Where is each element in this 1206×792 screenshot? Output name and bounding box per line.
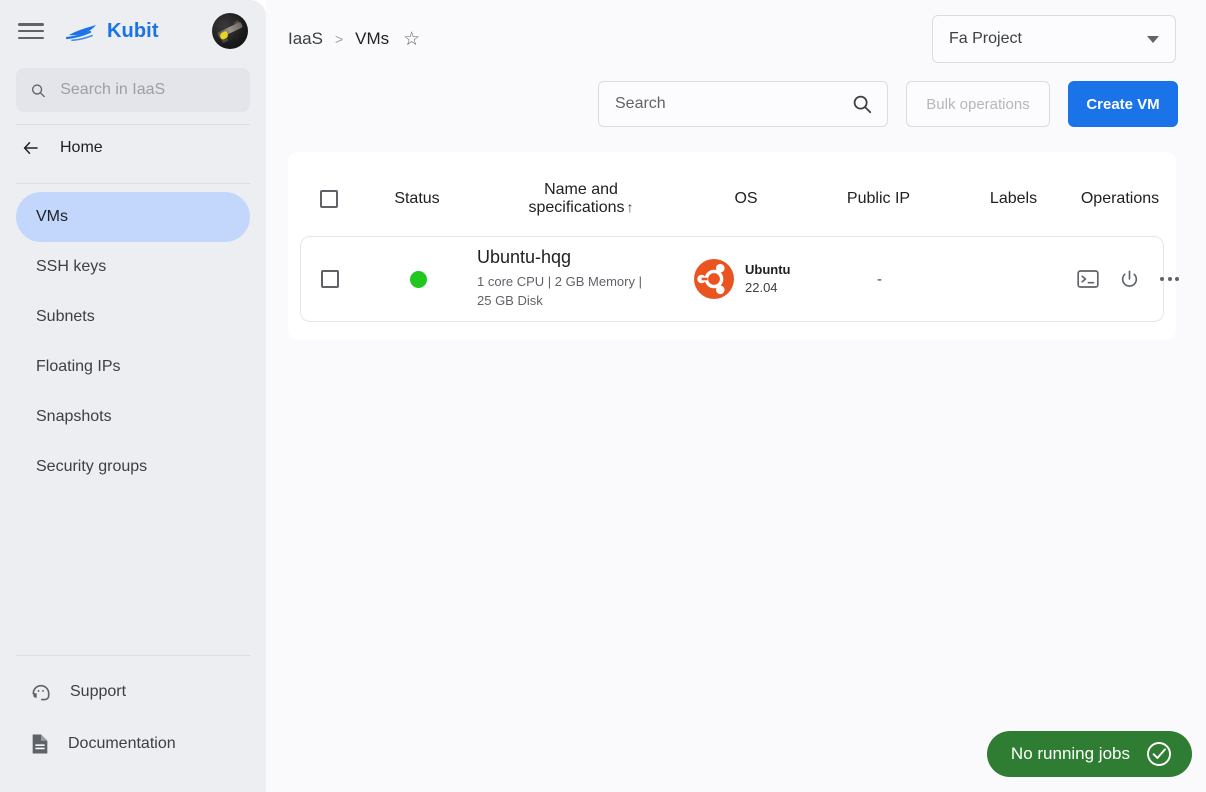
column-header-name-text: specifications xyxy=(528,199,625,216)
row-operations xyxy=(1077,269,1179,290)
sidebar-item-label: Security groups xyxy=(36,458,148,475)
sidebar-item-support[interactable]: Support xyxy=(0,666,266,718)
status-badge-toast[interactable]: No running jobs xyxy=(986,731,1192,777)
sidebar-home[interactable]: Home xyxy=(0,125,266,171)
row-status-cell xyxy=(359,270,477,288)
column-header-os[interactable]: OS xyxy=(686,190,806,208)
sidebar-item-documentation[interactable]: Documentation xyxy=(0,718,266,770)
search-icon xyxy=(31,83,45,97)
column-header-status[interactable]: Status xyxy=(358,190,476,208)
breadcrumb-current: VMs xyxy=(355,29,390,48)
sort-ascending-icon[interactable]: ↑ xyxy=(627,199,634,215)
table-row[interactable]: Ubuntu-hqg 1 core CPU | 2 GB Memory | 25… xyxy=(300,236,1179,322)
top-bar: IaaS > VMs ☆ Fa Project xyxy=(266,0,1206,78)
main-content: IaaS > VMs ☆ Fa Project Bulk operations xyxy=(266,0,1206,792)
chevron-down-icon xyxy=(1147,35,1159,43)
support-headset-icon xyxy=(32,684,50,701)
create-vm-button[interactable]: Create VM xyxy=(1068,81,1178,127)
os-name: Ubuntu xyxy=(745,262,791,278)
sidebar-search[interactable] xyxy=(16,68,250,112)
power-icon[interactable] xyxy=(1119,269,1140,290)
check-circle-icon xyxy=(1147,742,1171,766)
star-outline-icon[interactable]: ☆ xyxy=(403,30,420,49)
speedboat-icon xyxy=(66,25,96,41)
toolbar: Bulk operations Create VM xyxy=(266,78,1206,130)
vm-table: Status Name and specifications ↑ OS Publi… xyxy=(288,152,1179,340)
row-select-cell xyxy=(301,270,359,288)
breadcrumb: IaaS > VMs ☆ xyxy=(288,29,420,49)
sidebar-item-security-groups[interactable]: Security groups xyxy=(16,442,250,492)
status-badge xyxy=(409,270,427,288)
sidebar-item-label: Floating IPs xyxy=(36,358,121,375)
sidebar-search-input[interactable] xyxy=(60,81,236,99)
column-header-labels[interactable]: Labels xyxy=(951,190,1076,208)
brand-name: Kubit xyxy=(107,19,159,42)
sidebar-footer-label: Support xyxy=(70,683,127,700)
sidebar-item-ssh-keys[interactable]: SSH keys xyxy=(16,242,250,292)
create-vm-label: Create VM xyxy=(1086,95,1160,113)
column-header-public-ip[interactable]: Public IP xyxy=(806,190,951,208)
vm-specs: 1 core CPU | 2 GB Memory | 25 GB Disk xyxy=(477,274,642,309)
sidebar-item-label: Subnets xyxy=(36,308,95,325)
search-icon[interactable] xyxy=(851,93,873,115)
sidebar-header: Kubit xyxy=(0,0,266,62)
project-selector[interactable]: Fa Project xyxy=(932,15,1176,63)
row-name-cell: Ubuntu-hqg 1 core CPU | 2 GB Memory | 25… xyxy=(477,247,687,311)
breadcrumb-separator: > xyxy=(334,31,344,47)
row-os-cell: Ubuntu 22.04 xyxy=(687,258,807,300)
bulk-operations-label: Bulk operations xyxy=(926,95,1030,113)
sidebar-footer: Support Documentation xyxy=(0,643,266,792)
sidebar-item-floating-ips[interactable]: Floating IPs xyxy=(16,342,250,392)
table-header-row: Status Name and specifications ↑ OS Publi… xyxy=(300,162,1164,236)
sidebar-item-subnets[interactable]: Subnets xyxy=(16,292,250,342)
ubuntu-logo xyxy=(694,259,734,299)
sidebar-home-label: Home xyxy=(60,139,103,156)
bulk-operations-button[interactable]: Bulk operations xyxy=(906,81,1050,127)
sidebar-item-label: VMs xyxy=(36,208,68,225)
row-checkbox[interactable] xyxy=(321,270,339,288)
brand-logo[interactable]: Kubit xyxy=(66,20,159,43)
search-box[interactable] xyxy=(598,81,888,127)
document-icon xyxy=(32,734,48,754)
user-avatar[interactable] xyxy=(212,13,248,49)
column-header-operations: Operations xyxy=(1080,190,1160,207)
column-header-name-line2: specifications ↑ xyxy=(476,199,686,217)
search-input[interactable] xyxy=(615,95,851,113)
back-arrow-icon xyxy=(23,142,38,154)
sidebar-item-label: Snapshots xyxy=(36,408,112,425)
sidebar-nav: VMs SSH keys Subnets Floating IPs Snapsh… xyxy=(0,184,266,492)
select-all-cell xyxy=(300,190,358,208)
console-terminal-icon[interactable] xyxy=(1077,269,1099,289)
breadcrumb-root[interactable]: IaaS xyxy=(288,29,323,49)
app-root: Kubit Home VMs xyxy=(0,0,1206,792)
row-public-ip: - xyxy=(877,270,882,288)
vm-name[interactable]: Ubuntu-hqg xyxy=(477,247,687,269)
column-header-name[interactable]: Name and specifications ↑ xyxy=(476,181,686,217)
hamburger-icon[interactable] xyxy=(18,21,44,41)
project-selector-value: Fa Project xyxy=(949,30,1022,47)
sidebar-divider-bottom xyxy=(16,655,250,656)
sidebar-item-vms[interactable]: VMs xyxy=(16,192,250,242)
column-header-name-line1: Name and xyxy=(544,181,618,198)
select-all-checkbox[interactable] xyxy=(320,190,338,208)
sidebar-item-label: SSH keys xyxy=(36,258,107,275)
more-options-icon[interactable] xyxy=(1160,277,1179,281)
sidebar-item-snapshots[interactable]: Snapshots xyxy=(16,392,250,442)
sidebar-footer-label: Documentation xyxy=(68,735,176,752)
os-version: 22.04 xyxy=(745,280,778,295)
os-info: Ubuntu 22.04 xyxy=(745,261,790,296)
toast-label: No running jobs xyxy=(1010,744,1130,763)
sidebar: Kubit Home VMs xyxy=(0,0,266,792)
